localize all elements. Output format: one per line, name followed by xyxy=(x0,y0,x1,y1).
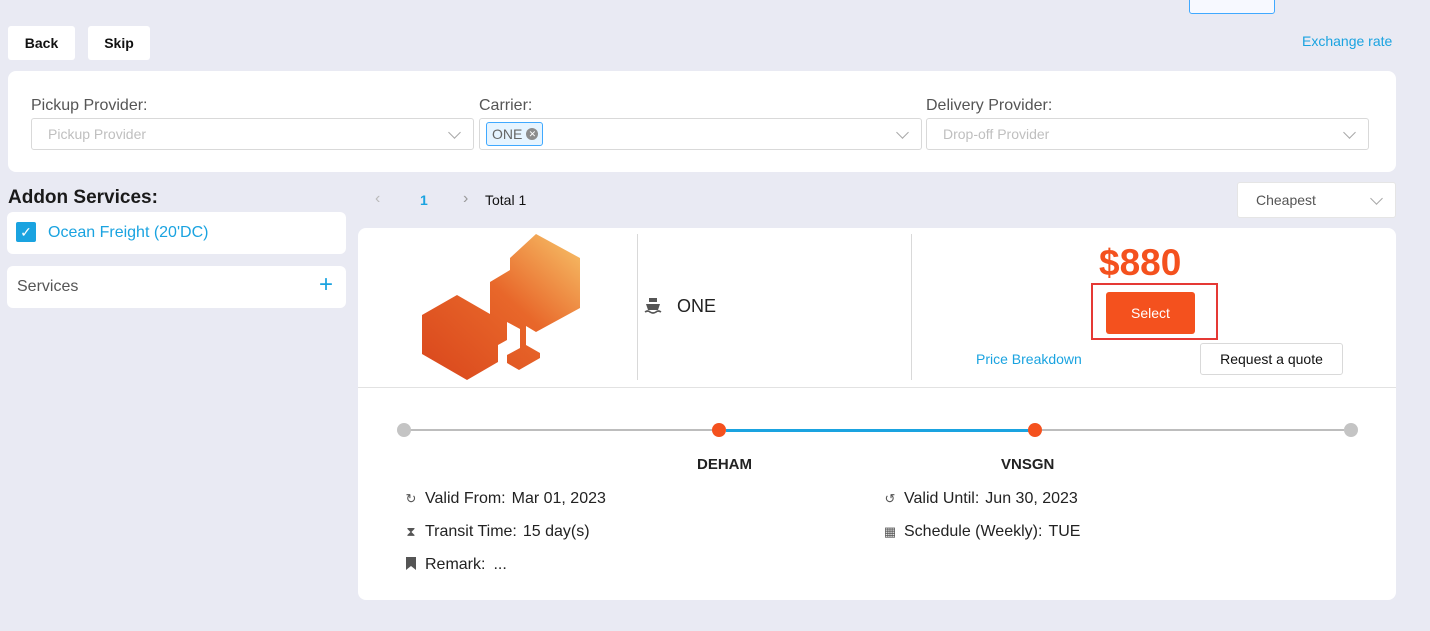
transit-time-row: ⧗ Transit Time: 15 day(s) xyxy=(403,523,590,541)
carrier-label: Carrier: xyxy=(479,97,533,114)
next-page-icon[interactable]: › xyxy=(463,190,468,208)
valid-until-value: Jun 30, 2023 xyxy=(985,490,1078,507)
route-line-active xyxy=(726,429,1032,432)
chevron-down-icon xyxy=(1370,192,1383,205)
route-origin-dot xyxy=(712,423,726,437)
sort-value: Cheapest xyxy=(1256,192,1316,208)
plus-icon[interactable]: + xyxy=(319,273,333,297)
prev-page-icon[interactable]: ‹ xyxy=(375,190,380,208)
price: $880 xyxy=(1099,242,1182,283)
request-quote-button[interactable]: Request a quote xyxy=(1200,343,1343,375)
ship-icon xyxy=(643,296,663,316)
carrier-logo xyxy=(419,233,581,385)
bookmark-icon xyxy=(403,557,419,573)
carrier-tag: ONE ✕ xyxy=(486,122,544,146)
price-breakdown-link[interactable]: Price Breakdown xyxy=(976,351,1082,367)
pickup-provider-placeholder: Pickup Provider xyxy=(48,126,147,142)
divider xyxy=(911,234,912,380)
transit-time-value: 15 day(s) xyxy=(522,523,590,540)
skip-button[interactable]: Skip xyxy=(88,26,150,60)
filter-card: Pickup Provider: Pickup Provider Carrier… xyxy=(8,71,1396,172)
result-card: ONE $880 Select Price Breakdown Request … xyxy=(358,228,1396,600)
valid-until-label: Valid Until: xyxy=(904,490,980,507)
redo-icon: ↻ xyxy=(405,491,417,506)
sort-select[interactable]: Cheapest xyxy=(1237,182,1396,218)
hourglass-icon: ⧗ xyxy=(406,524,416,539)
route-destination-dot xyxy=(1028,423,1042,437)
valid-from-value: Mar 01, 2023 xyxy=(511,490,606,507)
services-label: Services xyxy=(17,278,79,295)
remark-row: Remark: ... xyxy=(403,556,507,574)
back-button[interactable]: Back xyxy=(8,26,75,60)
schedule-row: ▦ Schedule (Weekly): TUE xyxy=(882,523,1081,541)
destination-port: VNSGN xyxy=(1001,456,1055,473)
origin-port: DEHAM xyxy=(697,456,752,473)
chevron-down-icon xyxy=(1343,126,1356,139)
remark-value: ... xyxy=(493,556,507,573)
carrier-name: ONE xyxy=(677,296,717,316)
divider xyxy=(637,234,638,380)
route-end-dot xyxy=(1344,423,1358,437)
addon-item-label: Ocean Freight (20'DC) xyxy=(48,224,209,241)
transit-time-label: Transit Time: xyxy=(425,523,517,540)
schedule-label: Schedule (Weekly): xyxy=(904,523,1043,540)
delivery-provider-label: Delivery Provider: xyxy=(926,97,1053,114)
valid-until-row: ↺ Valid Until: Jun 30, 2023 xyxy=(882,490,1078,508)
route-line xyxy=(410,429,715,431)
page-number[interactable]: 1 xyxy=(420,192,428,208)
services-row[interactable]: Services + xyxy=(7,266,346,308)
addon-item[interactable]: ✓ Ocean Freight (20'DC) xyxy=(7,212,346,254)
select-button[interactable]: Select xyxy=(1106,292,1195,334)
delivery-provider-select[interactable]: Drop-off Provider xyxy=(926,118,1369,150)
route-start-dot xyxy=(397,423,411,437)
carrier-tag-label: ONE xyxy=(492,126,523,142)
delivery-provider-placeholder: Drop-off Provider xyxy=(943,126,1050,142)
remark-label: Remark: xyxy=(425,556,486,573)
carrier-select[interactable]: ONE ✕ xyxy=(479,118,922,150)
chevron-down-icon xyxy=(896,126,909,139)
route-line xyxy=(1042,429,1344,431)
top-partial-button xyxy=(1189,0,1275,14)
calendar-icon: ▦ xyxy=(883,524,897,539)
divider xyxy=(358,387,1396,388)
valid-from-row: ↻ Valid From: Mar 01, 2023 xyxy=(403,490,606,508)
chevron-down-icon xyxy=(448,126,461,139)
undo-icon: ↺ xyxy=(884,491,896,506)
exchange-rate-link[interactable]: Exchange rate xyxy=(1302,33,1392,49)
checkbox-checked[interactable]: ✓ xyxy=(16,222,36,242)
addon-services-title: Addon Services: xyxy=(8,187,158,208)
valid-from-label: Valid From: xyxy=(425,490,506,507)
pickup-provider-label: Pickup Provider: xyxy=(31,97,148,114)
close-icon[interactable]: ✕ xyxy=(526,128,539,140)
pagination-total: Total 1 xyxy=(485,192,527,208)
pickup-provider-select[interactable]: Pickup Provider xyxy=(31,118,474,150)
schedule-value: TUE xyxy=(1048,523,1081,540)
